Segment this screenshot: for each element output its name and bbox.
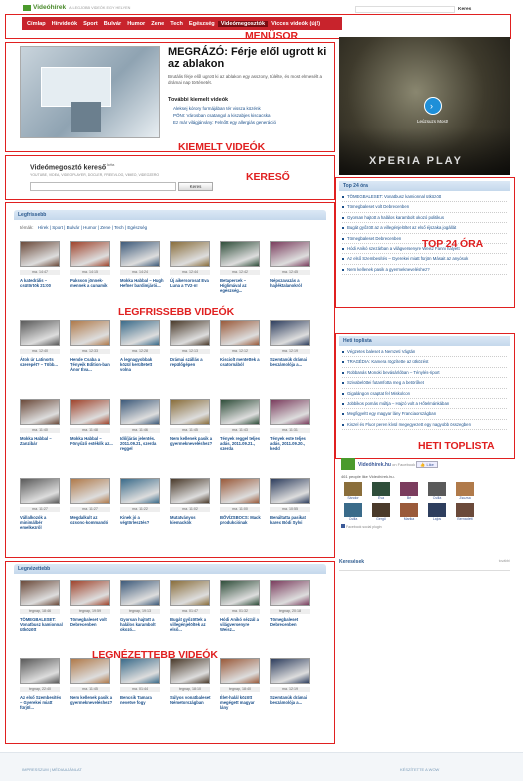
facebook-fan[interactable]: Gergő: [369, 503, 393, 521]
keresesek-heading: Keresések: [339, 559, 365, 565]
kiemelt-annotation: KIEMELT VIDEÓK: [178, 141, 266, 153]
facebook-fan[interactable]: Csilla: [425, 482, 449, 500]
header-search-button[interactable]: Keres: [458, 7, 471, 12]
facebook-fan[interactable]: Éva: [369, 482, 393, 500]
logo-text: Videóhírek: [33, 4, 67, 11]
header-logo[interactable]: Videóhírek A LEGJOBB VIDEÓK EGY HELYEN: [23, 4, 130, 11]
ad-watch-label[interactable]: Leúzsuzs Most!: [417, 119, 448, 124]
footer-bar: IMPRESSZUM | MÉDIAAJÁNLAT KÉSZÍTETTE A W…: [0, 752, 523, 781]
fan-avatar: [428, 503, 446, 517]
facebook-fan[interactable]: Csilla: [341, 503, 365, 521]
fan-name: Sándor: [347, 496, 359, 500]
fan-name: Zsuzsa: [459, 496, 471, 500]
facebook-people-like: 461 people like Videóhírek.hu.: [341, 474, 395, 479]
facebook-box: Videóhírek.hu on Facebook 👍 Like 461 peo…: [341, 456, 509, 546]
footer-right[interactable]: KÉSZÍTETTE A WOW: [400, 767, 439, 772]
fan-name: Bernadett: [457, 517, 473, 521]
facebook-fans: Sándor Éva Bé Csilla Zsuzsa Csilla Gergő Marika…: [341, 482, 509, 521]
facebook-fan[interactable]: Lajos: [425, 503, 449, 521]
fan-name: Éva: [377, 496, 385, 500]
fan-avatar: [456, 482, 474, 496]
fan-avatar: [344, 482, 362, 496]
menusor-annotation: MENÜSOR: [245, 30, 298, 42]
logo-tagline: A LEGJOBB VIDEÓK EGY HELYEN: [69, 5, 131, 10]
thumbs-up-icon: 👍: [420, 462, 426, 467]
fan-avatar: [372, 503, 390, 517]
fan-name: Gergő: [376, 517, 386, 521]
legfrissebb-outline: [5, 202, 335, 558]
kiemelt-outline: [5, 42, 335, 152]
fan-avatar: [344, 503, 362, 517]
facebook-page-name[interactable]: Videóhírek.hu: [358, 462, 391, 468]
facebook-icon: [341, 524, 345, 528]
play-icon[interactable]: ›: [424, 97, 442, 115]
fan-avatar: [456, 503, 474, 517]
fan-name: Bé: [406, 496, 412, 500]
footer-left[interactable]: IMPRESSZUM | MÉDIAAJÁNLAT: [22, 767, 82, 772]
facebook-fan[interactable]: Bernadett: [453, 503, 477, 521]
fan-name: Marika: [403, 517, 415, 521]
legfrissebb-annotation: LEGFRISSEBB VIDEÓK: [118, 306, 235, 318]
facebook-like-button[interactable]: 👍 Like: [416, 461, 438, 468]
heti-annotation: HETI TOPLISTA: [418, 440, 495, 452]
fan-avatar: [428, 482, 446, 496]
logo-icon: [23, 4, 31, 11]
facebook-plugin: Facebook social plugin: [341, 524, 509, 529]
fan-name: Csilla: [432, 496, 442, 500]
header-search-input[interactable]: [355, 6, 455, 13]
legnezettebb-annotation: LEGNÉZETTEBB VIDEÓK: [92, 649, 218, 661]
facebook-fan[interactable]: Zsuzsa: [453, 482, 477, 500]
xperia-ad[interactable]: › Leúzsuzs Most! XPERIA PLAY: [339, 37, 510, 175]
fan-avatar: [400, 482, 418, 496]
fan-name: Csilla: [348, 517, 358, 521]
facebook-fan[interactable]: Bé: [397, 482, 421, 500]
fan-avatar: [400, 503, 418, 517]
kereso-annotation: KERESŐ: [246, 171, 290, 183]
facebook-on-facebook: on Facebook: [392, 462, 416, 467]
keresesek-more[interactable]: további: [499, 559, 510, 563]
facebook-fan[interactable]: Marika: [397, 503, 421, 521]
facebook-plugin-label: Facebook social plugin: [345, 525, 382, 529]
ad-brand: XPERIA PLAY: [369, 155, 463, 167]
facebook-like-label: Like: [426, 462, 434, 467]
facebook-page-avatar[interactable]: [341, 458, 355, 470]
fan-avatar: [372, 482, 390, 496]
fan-name: Lajos: [432, 517, 442, 521]
keresesek-box: Keresések további: [339, 559, 510, 571]
facebook-fan[interactable]: Sándor: [341, 482, 365, 500]
top24-annotation: TOP 24 ÓRA: [422, 238, 484, 250]
